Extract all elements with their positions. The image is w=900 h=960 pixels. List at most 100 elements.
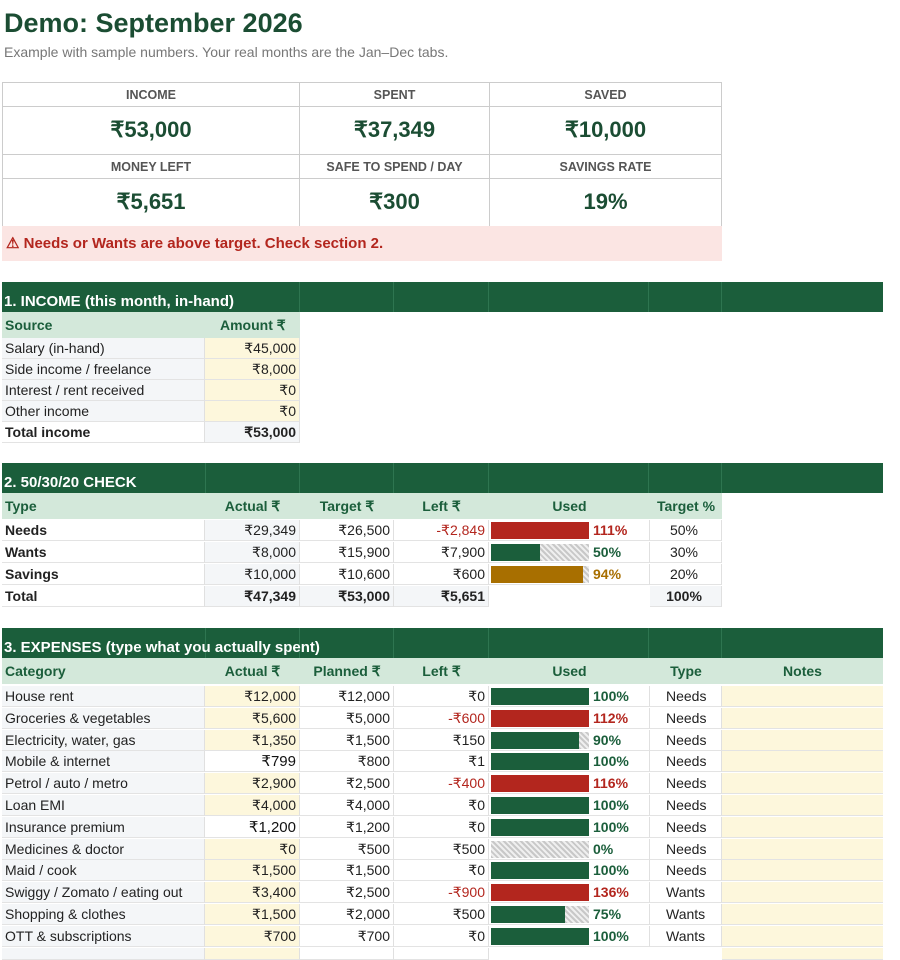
used-bar: [491, 522, 589, 539]
income-source: Salary (in-hand): [2, 338, 205, 359]
expense-actual-partial[interactable]: [205, 947, 300, 960]
income-amount-input[interactable]: ₹0: [205, 401, 300, 422]
income-amount-input[interactable]: ₹8,000: [205, 359, 300, 380]
expense-type[interactable]: Wants: [650, 882, 722, 904]
used-percent: 100%: [593, 818, 629, 835]
expense-notes-input[interactable]: [722, 707, 883, 729]
used-cell: 0%: [489, 838, 650, 860]
income-amount-input[interactable]: ₹0: [205, 380, 300, 401]
used-bar: [491, 906, 565, 923]
expense-notes-input[interactable]: [722, 838, 883, 860]
expense-type[interactable]: Needs: [650, 686, 722, 707]
expense-actual-input[interactable]: ₹799: [205, 751, 300, 773]
used-bar: [491, 862, 589, 880]
used-bar: [491, 566, 584, 583]
expense-category: Maid / cook: [2, 860, 205, 882]
used-bar: [491, 797, 589, 814]
expense-type[interactable]: Needs: [650, 860, 722, 882]
expense-actual-input[interactable]: ₹1,500: [205, 860, 300, 882]
expense-actual-input[interactable]: ₹3,400: [205, 882, 300, 904]
used-percent: 136%: [593, 884, 629, 901]
expense-actual-input[interactable]: ₹2,900: [205, 773, 300, 795]
expense-notes-input[interactable]: [722, 904, 883, 925]
income-amount-input[interactable]: ₹45,000: [205, 338, 300, 359]
expense-notes-input[interactable]: [722, 795, 883, 816]
used-cell: 100%: [489, 751, 650, 773]
used-percent: 0%: [593, 840, 614, 857]
expense-notes-input[interactable]: [722, 816, 883, 838]
check-type: Wants: [2, 542, 205, 563]
kpi-grid: INCOME ₹53,000 SPENT ₹37,349 SAVED ₹10,000 MON…: [2, 82, 722, 227]
expense-actual-input[interactable]: ₹0: [205, 838, 300, 860]
expense-category: Loan EMI: [2, 795, 205, 816]
expense-category: Electricity, water, gas: [2, 729, 205, 751]
check-type: Savings: [2, 564, 205, 585]
col-header-used: Used: [489, 658, 650, 684]
col-header-actual: Actual ₹: [205, 493, 300, 519]
used-cell: 112%: [489, 707, 650, 729]
expense-left: ₹0: [394, 795, 489, 816]
used-cell: 136%: [489, 882, 650, 904]
col-header-type: Type: [2, 493, 205, 519]
check-target-pct: 50%: [650, 520, 722, 541]
check-left: ₹600: [394, 564, 489, 585]
used-percent: 116%: [593, 775, 629, 792]
used-percent: 94%: [593, 566, 622, 582]
check-target: ₹10,600: [300, 564, 394, 585]
used-cell: 116%: [489, 773, 650, 795]
expense-actual-input[interactable]: ₹5,600: [205, 707, 300, 729]
expense-category: Insurance premium: [2, 816, 205, 838]
expense-left: ₹0: [394, 860, 489, 882]
expense-category: OTT & subscriptions: [2, 925, 205, 947]
expense-type[interactable]: Needs: [650, 795, 722, 816]
expense-notes-input[interactable]: [722, 773, 883, 795]
used-bar: [491, 709, 589, 727]
expense-type[interactable]: Needs: [650, 707, 722, 729]
expense-left: -₹600: [394, 707, 489, 729]
section-header-expenses: 3. EXPENSES (type what you actually spen…: [2, 628, 883, 658]
expense-type[interactable]: Wants: [650, 925, 722, 947]
expense-notes-input[interactable]: [722, 686, 883, 707]
col-header-left: Left ₹: [394, 493, 489, 519]
expense-type[interactable]: Needs: [650, 816, 722, 838]
expense-actual-input[interactable]: ₹1,200: [205, 816, 300, 838]
expense-type[interactable]: Needs: [650, 773, 722, 795]
expense-notes-input[interactable]: [722, 925, 883, 947]
expense-notes-input[interactable]: [722, 860, 883, 882]
expense-actual-input[interactable]: ₹4,000: [205, 795, 300, 816]
expense-planned: ₹2,000: [300, 904, 394, 925]
expense-left: ₹0: [394, 925, 489, 947]
expense-actual-input[interactable]: ₹1,350: [205, 729, 300, 751]
kpi-value: 19%: [490, 179, 722, 227]
expense-notes-input[interactable]: [722, 882, 883, 904]
expense-category-partial: [2, 947, 205, 960]
col-header-left: Left ₹: [394, 658, 489, 684]
check-actual: ₹10,000: [205, 564, 300, 585]
expense-notes-input[interactable]: [722, 751, 883, 773]
expense-type[interactable]: Needs: [650, 751, 722, 773]
kpi-label: SAVED: [490, 83, 722, 107]
expense-notes-input[interactable]: [722, 729, 883, 751]
expense-left: -₹400: [394, 773, 489, 795]
expense-actual-input[interactable]: ₹700: [205, 925, 300, 947]
expense-left: ₹1: [394, 751, 489, 773]
expense-type[interactable]: Needs: [650, 729, 722, 751]
expense-left: ₹500: [394, 904, 489, 925]
expense-planned: ₹1,500: [300, 729, 394, 751]
expense-planned: ₹4,000: [300, 795, 394, 816]
used-bar: [491, 688, 589, 705]
section-header-check: 2. 50/30/20 CHECK: [2, 463, 883, 493]
expense-planned: ₹500: [300, 838, 394, 860]
expense-actual-input[interactable]: ₹1,500: [205, 904, 300, 925]
kpi-value: ₹37,349: [300, 107, 490, 155]
expense-left-partial: [394, 947, 489, 960]
check-total-actual: ₹47,349: [205, 586, 300, 607]
expense-left: -₹900: [394, 882, 489, 904]
col-header-source: Source: [2, 312, 205, 338]
expense-planned: ₹1,200: [300, 816, 394, 838]
expense-type[interactable]: Wants: [650, 904, 722, 925]
used-percent: 112%: [593, 709, 629, 726]
expense-type[interactable]: Needs: [650, 838, 722, 860]
expense-actual-input[interactable]: ₹12,000: [205, 686, 300, 707]
expense-notes-partial[interactable]: [722, 947, 883, 960]
